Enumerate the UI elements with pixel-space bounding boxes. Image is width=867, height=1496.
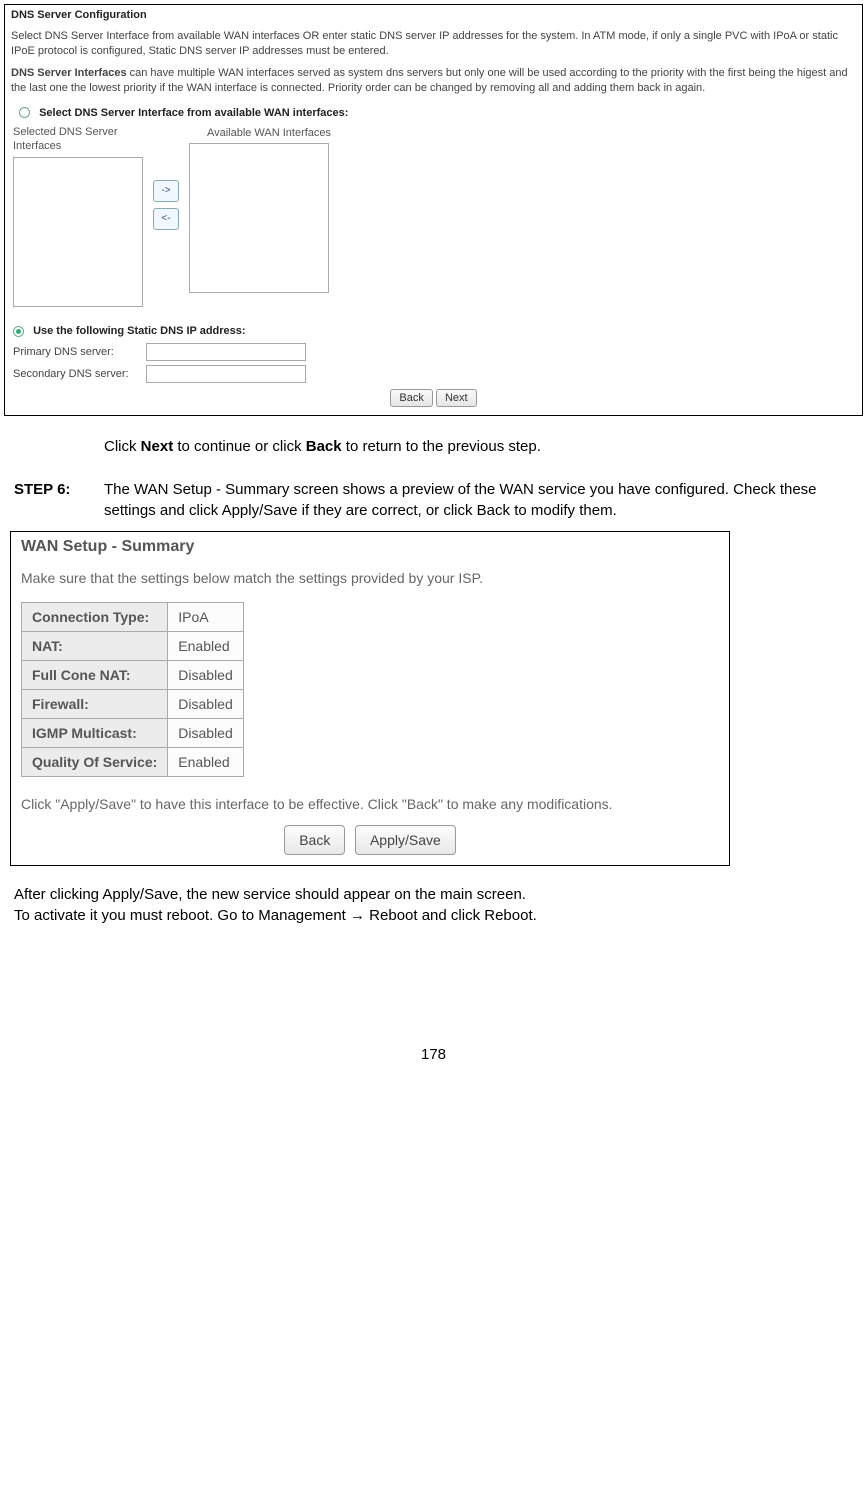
wan-summary-table: Connection Type:IPoANAT:EnabledFull Cone… [21, 602, 244, 777]
secondary-dns-label: Secondary DNS server: [13, 368, 143, 380]
step6-row: STEP 6: The WAN Setup - Summary screen s… [14, 479, 853, 521]
dns-config-panel: DNS Server Configuration Select DNS Serv… [4, 4, 863, 416]
summary-value: Disabled [168, 690, 243, 719]
move-right-button[interactable]: -> [153, 180, 179, 202]
option-select-interface-row: Select DNS Server Interface from availab… [19, 107, 856, 119]
t-back: Back [306, 438, 342, 455]
summary-value: IPoA [168, 603, 243, 632]
table-row: Connection Type:IPoA [22, 603, 244, 632]
t: to modify them. [510, 502, 617, 519]
t: Click [104, 438, 141, 455]
move-left-button[interactable]: <- [153, 208, 179, 230]
table-row: IGMP Multicast:Disabled [22, 719, 244, 748]
dns-button-row: Back Next [11, 389, 856, 407]
t: to return to the previous step. [342, 438, 541, 455]
summary-value: Disabled [168, 719, 243, 748]
summary-key: NAT: [22, 632, 168, 661]
available-col-label: Available WAN Interfaces [189, 125, 349, 139]
summary-key: Quality Of Service: [22, 748, 168, 777]
radio-static-dns[interactable] [13, 326, 24, 337]
table-row: Full Cone NAT:Disabled [22, 661, 244, 690]
t: if they are correct, or click [297, 502, 476, 519]
page-number: 178 [4, 1046, 863, 1063]
dns-desc-2-rest: can have multiple WAN interfaces served … [11, 67, 848, 94]
wan-summary-title: WAN Setup - Summary [21, 538, 719, 556]
wan-summary-desc2: Click "Apply/Save" to have this interfac… [21, 795, 719, 815]
summary-key: Connection Type: [22, 603, 168, 632]
summary-value: Disabled [168, 661, 243, 690]
t-reboot: Reboot [484, 907, 532, 924]
summary-value: Enabled [168, 632, 243, 661]
selected-interfaces-list[interactable] [13, 157, 143, 307]
move-buttons: -> <- [153, 180, 179, 230]
back-button[interactable]: Back [390, 389, 432, 407]
dns-desc-2: DNS Server Interfaces can have multiple … [11, 66, 856, 97]
t: , the new service should appear on the m… [178, 886, 526, 903]
step6-text: The WAN Setup - Summary screen shows a p… [104, 479, 853, 521]
primary-dns-row: Primary DNS server: [13, 343, 856, 361]
table-row: Quality Of Service:Enabled [22, 748, 244, 777]
radio-select-interface[interactable] [19, 107, 30, 118]
available-col: Available WAN Interfaces [189, 125, 349, 293]
summary-key: Full Cone NAT: [22, 661, 168, 690]
table-row: Firewall:Disabled [22, 690, 244, 719]
wan-summary-buttons: Back Apply/Save [21, 825, 719, 855]
summary-value: Enabled [168, 748, 243, 777]
after-apply-text: After clicking Apply/Save, the new servi… [14, 884, 853, 926]
arrow-icon: → [350, 907, 365, 924]
t: to continue or click [173, 438, 306, 455]
dns-desc-1: Select DNS Server Interface from availab… [11, 29, 856, 60]
click-next-text: Click Next to continue or click Back to … [104, 436, 853, 457]
wan-summary-desc: Make sure that the settings below match … [21, 570, 719, 586]
interface-block: Selected DNS Server Interfaces -> <- Ava… [13, 125, 856, 308]
t: . [533, 907, 537, 924]
option-select-interface-label: Select DNS Server Interface from availab… [39, 107, 348, 119]
selected-col: Selected DNS Server Interfaces [13, 125, 143, 308]
secondary-dns-row: Secondary DNS server: [13, 365, 856, 383]
summary-key: Firewall: [22, 690, 168, 719]
t-back2: Back [477, 502, 510, 519]
available-interfaces-list[interactable] [189, 143, 329, 293]
dns-desc-2-lead: DNS Server Interfaces [11, 67, 127, 79]
t-apply: Apply/Save [222, 502, 298, 519]
summary-apply-button[interactable]: Apply/Save [355, 825, 456, 855]
wan-summary-panel: WAN Setup - Summary Make sure that the s… [10, 531, 730, 866]
next-button[interactable]: Next [436, 389, 477, 407]
t: Reboot and click [365, 907, 484, 924]
table-row: NAT:Enabled [22, 632, 244, 661]
summary-key: IGMP Multicast: [22, 719, 168, 748]
selected-col-label: Selected DNS Server Interfaces [13, 125, 143, 154]
option-static-dns-label: Use the following Static DNS IP address: [33, 325, 246, 337]
step6-label: STEP 6: [14, 479, 104, 521]
primary-dns-label: Primary DNS server: [13, 346, 143, 358]
t-next: Next [141, 438, 174, 455]
t: To activate it you must reboot. Go to Ma… [14, 907, 350, 924]
summary-back-button[interactable]: Back [284, 825, 345, 855]
t-apply2: Apply/Save [102, 886, 178, 903]
dns-config-title: DNS Server Configuration [11, 9, 856, 21]
static-dns-block: Use the following Static DNS IP address:… [11, 325, 856, 383]
primary-dns-input[interactable] [146, 343, 306, 361]
secondary-dns-input[interactable] [146, 365, 306, 383]
t: After clicking [14, 886, 102, 903]
